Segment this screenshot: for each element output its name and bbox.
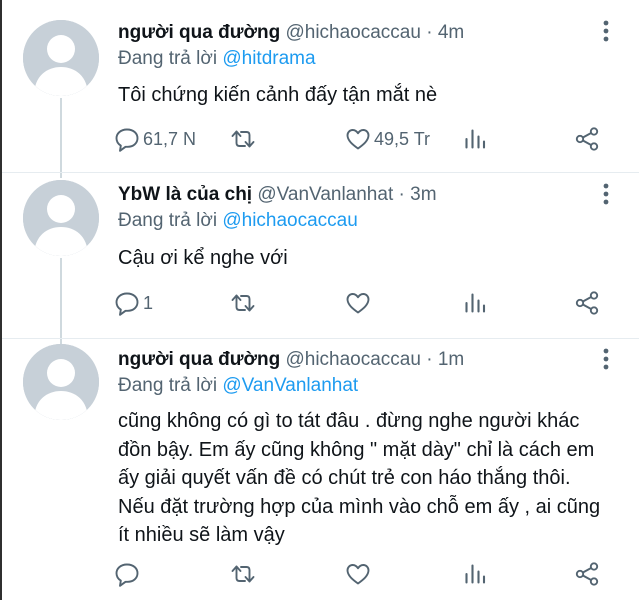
default-avatar-icon [23,344,99,420]
replying-to: Đang trả lời @hitdrama [118,47,316,71]
share-button[interactable] [574,289,600,317]
tweet-header: người qua đường @hichaocaccau · 4m [118,21,464,45]
reply-icon [115,563,139,587]
reply-icon [115,128,139,152]
like-icon [346,564,370,585]
tweet-header: người qua đường @hichaocaccau · 1m [118,348,464,372]
reply-icon [115,292,139,316]
tweet-text: Cậu ơi kể nghe với [118,247,288,269]
like-button[interactable] [345,289,374,317]
more-vertical-icon [603,183,609,205]
tweet-header: YbW là của chị @VanVanlanhat · 3m [118,183,437,207]
replying-to-mention[interactable]: @hichaocaccau [222,210,357,231]
like-icon [346,129,370,150]
more-vertical-icon [603,20,609,42]
reply-button[interactable]: 61,7 N [114,125,196,153]
tweet-actions: 61,7 N 49,5 Tr [114,125,614,153]
replying-to-label: Đang trả lời [118,375,218,396]
tweet[interactable]: người qua đường @hichaocaccau · 1m Đang … [2,339,639,600]
more-options-button[interactable] [596,347,616,371]
tweet-text: cũng không có gì to tát đâu . đừng nghe … [118,410,601,546]
replying-to: Đang trả lời @hichaocaccau [118,209,358,233]
retweet-icon [231,130,255,148]
share-icon [575,127,599,151]
tweet[interactable]: YbW là của chị @VanVanlanhat · 3m Đang t… [2,173,639,338]
like-button[interactable] [345,560,374,588]
replying-to: Đang trả lời @VanVanlanhat [118,374,358,398]
display-name[interactable]: người qua đường [118,349,280,370]
separator-dot: · [426,22,433,43]
analytics-icon [465,564,486,584]
more-options-button[interactable] [596,19,616,43]
analytics-button[interactable] [462,289,488,317]
reply-button[interactable] [114,560,143,588]
more-options-button[interactable] [596,182,616,206]
tweet-actions [114,560,614,588]
username[interactable]: @hichaocaccau [285,349,420,370]
share-icon [575,562,599,586]
retweet-button[interactable] [229,125,260,153]
replying-to-label: Đang trả lời [118,210,218,231]
reply-count: 1 [143,292,154,313]
separator-dot: · [426,349,433,370]
reply-thread: người qua đường @hichaocaccau · 4m Đang … [0,0,639,600]
retweet-button[interactable] [229,289,260,317]
like-icon [346,293,370,314]
separator-dot: · [398,184,405,205]
analytics-button[interactable] [462,125,488,153]
avatar[interactable] [23,20,99,96]
share-button[interactable] [574,560,600,588]
timestamp[interactable]: 4m [438,22,464,43]
avatar[interactable] [23,344,99,420]
timestamp[interactable]: 1m [438,349,464,370]
retweet-icon [231,294,255,312]
analytics-icon [465,293,486,313]
username[interactable]: @VanVanlanhat [257,184,393,205]
tweet-text: Tôi chứng kiến cảnh đấy tận mắt nè [118,84,438,106]
retweet-icon [231,565,255,583]
more-vertical-icon [603,348,609,370]
analytics-button[interactable] [462,560,488,588]
display-name[interactable]: YbW là của chị [118,184,252,205]
analytics-icon [465,129,486,149]
replying-to-mention[interactable]: @VanVanlanhat [222,375,358,396]
retweet-button[interactable] [229,560,260,588]
username[interactable]: @hichaocaccau [285,22,420,43]
share-icon [575,291,599,315]
display-name[interactable]: người qua đường [118,22,280,43]
like-count: 49,5 Tr [374,128,431,149]
timestamp[interactable]: 3m [410,184,436,205]
share-button[interactable] [574,125,600,153]
default-avatar-icon [23,20,99,96]
tweet[interactable]: người qua đường @hichaocaccau · 4m Đang … [2,0,639,172]
replying-to-mention[interactable]: @hitdrama [222,48,315,69]
replying-to-label: Đang trả lời [118,48,218,69]
reply-button[interactable]: 1 [114,289,153,317]
like-button[interactable]: 49,5 Tr [345,125,430,153]
reply-count: 61,7 N [143,128,197,149]
tweet-actions: 1 [114,289,614,317]
default-avatar-icon [23,180,99,256]
avatar[interactable] [23,180,99,256]
